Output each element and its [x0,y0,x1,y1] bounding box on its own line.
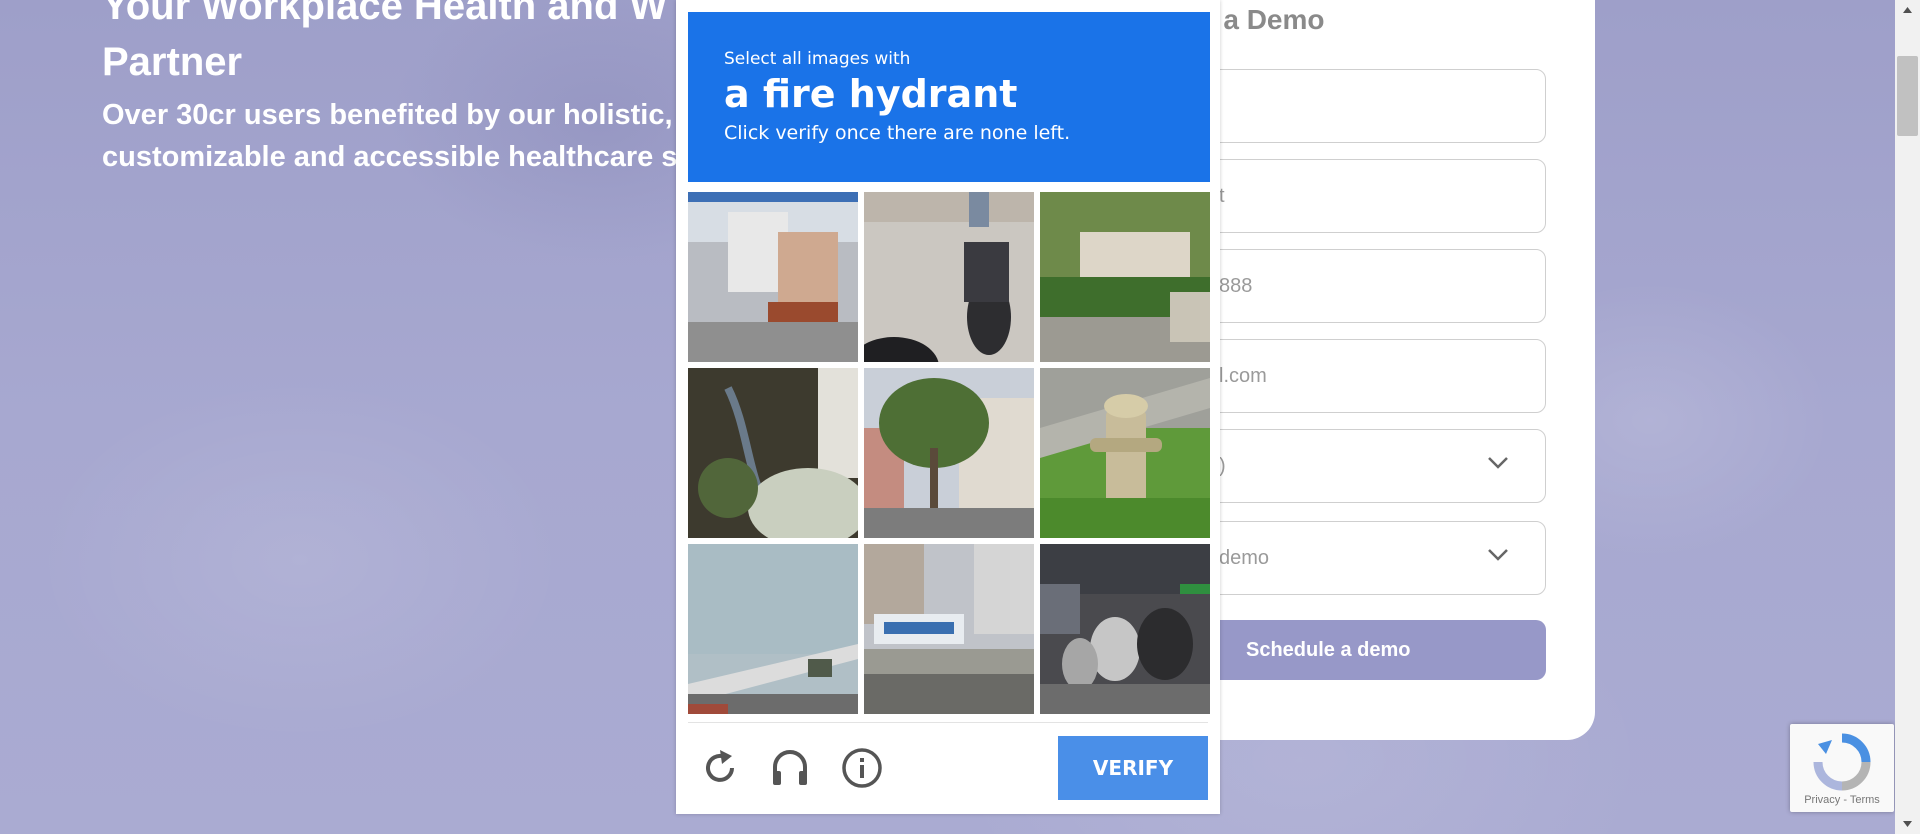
name-field[interactable] [1180,69,1546,143]
hero-title: Your Workplace Health and W Partner [102,0,668,84]
captcha-hint: Click verify once there are none left. [724,122,1071,144]
tree-building-image [864,368,1034,538]
demo-type-select[interactable]: demo [1180,521,1546,595]
recaptcha-logo-icon [1813,733,1871,791]
reload-icon [706,750,734,782]
plants-railing-image [688,368,858,538]
captcha-tile-9[interactable] [1040,544,1210,714]
info-icon [842,748,882,788]
email-field[interactable]: l.com [1180,339,1546,413]
hedge-house-image [1040,192,1210,362]
captcha-instruction: Select all images with [724,49,911,69]
captcha-tile-4[interactable] [688,368,858,538]
schedule-demo-button[interactable]: Schedule a demo [1180,620,1546,680]
captcha-tile-3[interactable] [1040,192,1210,362]
highway-image [688,544,858,714]
captcha-target: a fire hydrant [724,72,1018,116]
captcha-header: Select all images with a fire hydrant Cl… [688,12,1210,182]
captcha-tile-8[interactable] [864,544,1034,714]
captcha-footer-divider [688,722,1208,723]
recaptcha-challenge: Select all images with a fire hydrant Cl… [676,0,1220,814]
captcha-tile-1[interactable] [688,192,858,362]
verify-button[interactable]: VERIFY [1058,736,1208,800]
city-bus-image [864,544,1034,714]
scroll-thumb[interactable] [1897,56,1918,136]
recaptcha-badge[interactable]: Privacy - Terms [1790,724,1894,812]
phone-field[interactable]: 888 [1180,249,1546,323]
audio-challenge-button[interactable] [766,744,814,792]
company-field[interactable]: t [1180,159,1546,233]
headphones-icon [773,750,807,785]
recaptcha-links[interactable]: Privacy - Terms [1790,794,1894,806]
captcha-tile-2[interactable] [864,192,1034,362]
chevron-down-icon [1488,457,1508,469]
fire-hydrant-image [1040,368,1210,538]
scroll-down-icon [1903,821,1912,827]
employees-select[interactable]: ) [1180,429,1546,503]
reload-button[interactable] [696,744,744,792]
motorcycle-image [864,192,1034,362]
captcha-tile-6[interactable] [1040,368,1210,538]
chevron-down-icon [1488,549,1508,561]
scooters-image [1040,544,1210,714]
scroll-up-icon [1903,7,1912,13]
employees-select-value: ) [1219,454,1226,477]
street-truck-image [688,192,858,362]
captcha-tile-7[interactable] [688,544,858,714]
demo-type-select-value: demo [1219,546,1270,569]
info-button[interactable] [838,744,886,792]
captcha-tile-5[interactable] [864,368,1034,538]
hero-subtitle: Over 30cr users benefited by our holisti… [102,99,702,173]
